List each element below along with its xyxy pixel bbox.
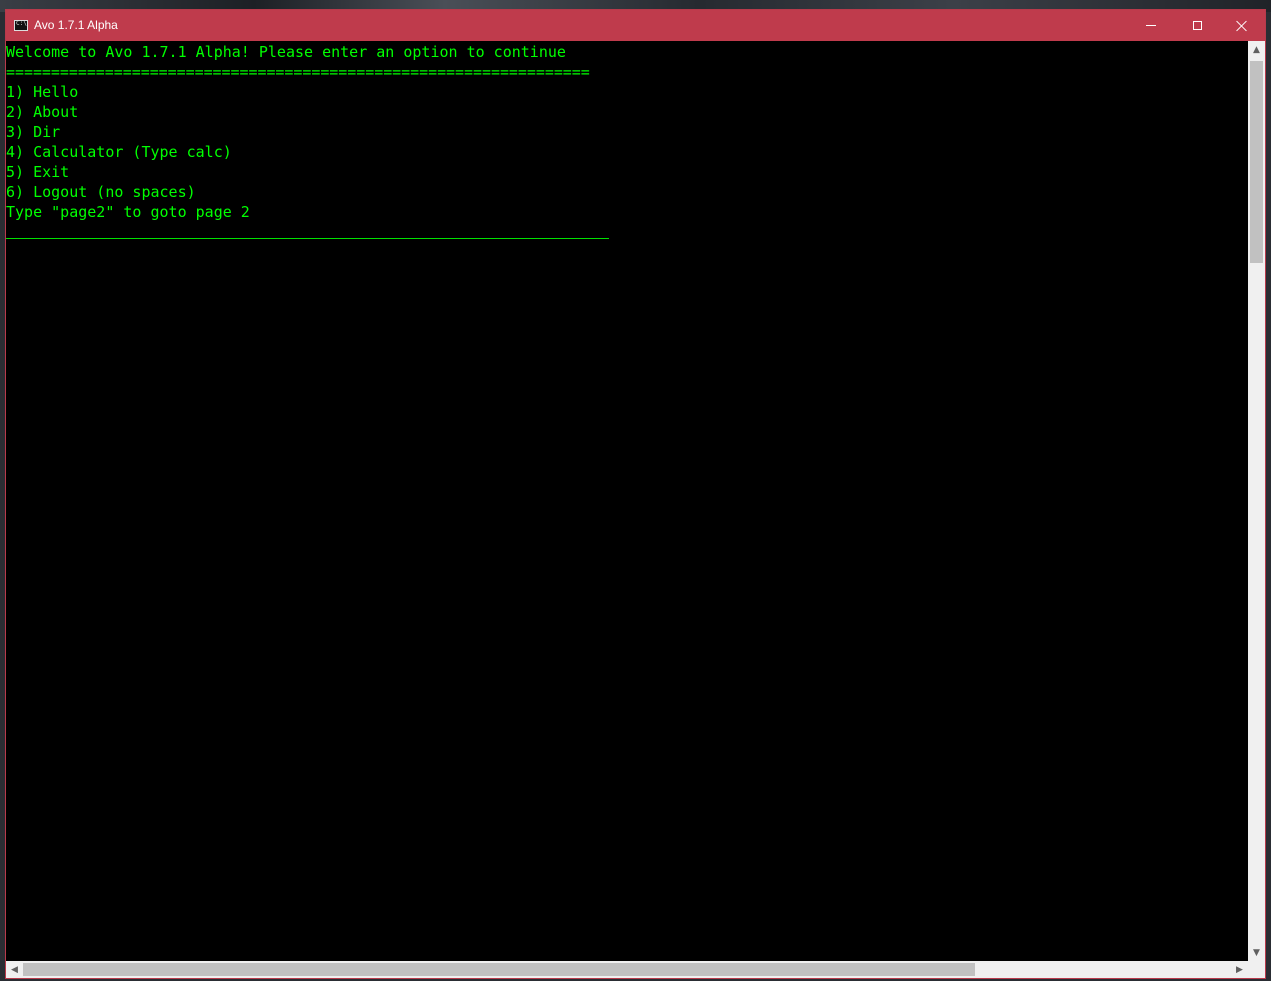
console-line-option-2: 2) About <box>6 103 79 121</box>
scroll-up-icon[interactable]: ▲ <box>1248 41 1265 58</box>
scroll-down-icon[interactable]: ▼ <box>1248 944 1265 961</box>
close-button[interactable] <box>1219 10 1265 41</box>
console-line-option-3: 3) Dir <box>6 123 61 141</box>
console-window[interactable]: Avo 1.7.1 Alpha Welcome to Avo 1.7.1 Alp… <box>5 9 1266 979</box>
maximize-button[interactable] <box>1174 10 1220 41</box>
maximize-icon <box>1192 21 1202 30</box>
console-line-page2-hint: Type "page2" to goto page 2 <box>6 203 250 221</box>
horizontal-scroll-thumb[interactable] <box>23 963 975 976</box>
console-line-divider: ========================================… <box>6 63 590 81</box>
console-line-option-5: 5) Exit <box>6 163 70 181</box>
scroll-right-icon[interactable]: ▶ <box>1231 961 1248 978</box>
scroll-left-icon[interactable]: ◀ <box>6 961 23 978</box>
minimize-icon <box>1146 25 1156 26</box>
window-title: Avo 1.7.1 Alpha <box>34 18 118 32</box>
console-line-welcome: Welcome to Avo 1.7.1 Alpha! Please enter… <box>6 43 566 61</box>
console-line-option-4: 4) Calculator (Type calc) <box>6 143 232 161</box>
scrollbar-corner <box>1248 961 1265 978</box>
console-app-icon[interactable] <box>14 20 28 31</box>
title-bar[interactable]: Avo 1.7.1 Alpha <box>6 10 1265 41</box>
console-line-option-1: 1) Hello <box>6 83 79 101</box>
console-output-area[interactable]: Welcome to Avo 1.7.1 Alpha! Please enter… <box>6 41 1248 961</box>
vertical-scroll-thumb[interactable] <box>1250 61 1263 263</box>
input-underline <box>6 238 609 239</box>
vertical-scrollbar[interactable]: ▲ ▼ <box>1248 41 1265 961</box>
horizontal-scrollbar[interactable]: ◀ ▶ <box>6 961 1248 978</box>
console-line-option-6: 6) Logout (no spaces) <box>6 183 196 201</box>
minimize-button[interactable] <box>1128 10 1174 41</box>
close-icon <box>1236 20 1248 32</box>
